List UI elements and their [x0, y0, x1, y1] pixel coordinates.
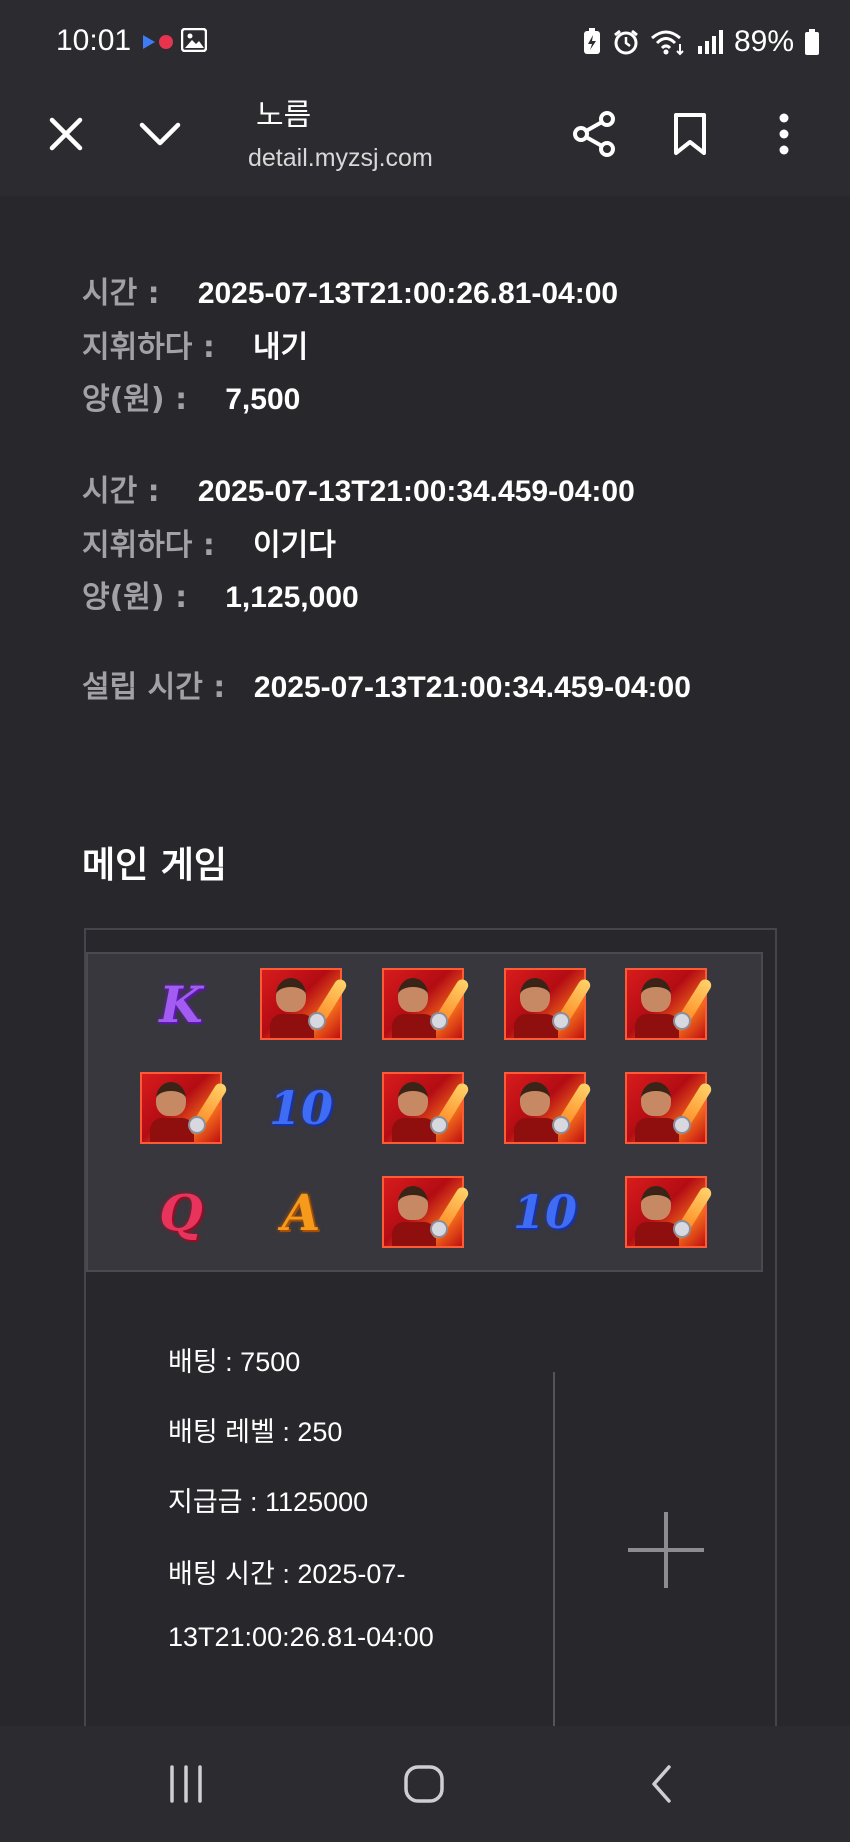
bet-level: 배팅 레벨 : 250 — [168, 1417, 343, 1447]
symbol-warrior-icon — [260, 968, 349, 1040]
symbol-warrior-icon — [504, 1072, 593, 1144]
symbol-10: 10 — [512, 1185, 577, 1239]
entry-1-time: 시간 : 2025-07-13T21:00:26.81-04:00 — [82, 276, 619, 311]
home-icon — [404, 1765, 444, 1803]
collapse-button[interactable] — [128, 102, 192, 166]
back-button[interactable] — [630, 1756, 694, 1812]
symbol-10: 10 — [268, 1081, 333, 1135]
status-time: 10:01 — [56, 24, 132, 57]
entry-2-amount: 양(원) : 1,125,000 — [82, 580, 359, 615]
entry-1-action: 지휘하다 : 내기 — [82, 330, 309, 365]
symbol-warrior-icon — [140, 1072, 229, 1144]
payout: 지급금 : 1125000 — [168, 1487, 369, 1517]
symbol-warrior-icon — [382, 1072, 471, 1144]
bet-amount: 배팅 : 7500 — [168, 1347, 301, 1377]
share-icon — [573, 111, 615, 157]
symbol-warrior-icon — [625, 1072, 714, 1144]
home-button[interactable] — [392, 1756, 456, 1812]
close-icon — [49, 117, 83, 151]
battery-percent: 89% — [733, 25, 794, 58]
bet-time-line-2: 13T21:00:26.81-04:00 — [168, 1622, 434, 1652]
entry-2-time: 시간 : 2025-07-13T21:00:34.459-04:00 — [82, 474, 635, 509]
status-bar: 10:01 89% — [0, 0, 850, 84]
wifi-icon — [650, 30, 684, 56]
symbol-warrior-icon — [382, 968, 471, 1040]
page-url[interactable]: detail.myzsj.com — [248, 144, 433, 173]
status-icons: 89% — [582, 22, 820, 62]
battery-saver-icon — [583, 28, 600, 54]
alarm-icon — [614, 29, 638, 55]
notification-dots-icon — [143, 35, 173, 49]
symbol-warrior-icon — [504, 968, 593, 1040]
battery-icon — [805, 29, 819, 55]
bookmark-icon — [674, 113, 706, 155]
back-icon — [652, 1765, 671, 1803]
main-game-title: 메인 게임 — [82, 845, 228, 886]
recent-apps-button[interactable] — [154, 1756, 218, 1812]
settlement-time: 설립 시간 : 2025-07-13T21:00:34.459-04:00 — [82, 670, 691, 705]
column-divider — [553, 1372, 555, 1726]
main-game-panel: K 10 Q A 10 배팅 : 7500 배팅 레벨 : 250 지급금 : 1125… — [84, 928, 777, 1726]
chevron-down-icon — [139, 122, 181, 146]
slot-reels: K 10 Q A 10 — [86, 952, 763, 1272]
symbol-k: K — [159, 974, 203, 1034]
signal-icon — [697, 30, 723, 54]
symbol-warrior-icon — [625, 1176, 714, 1248]
system-navigation-bar — [0, 1726, 850, 1842]
share-button[interactable] — [562, 102, 626, 166]
expand-button[interactable] — [628, 1512, 704, 1588]
more-icon — [779, 113, 789, 155]
entry-2-action: 지휘하다 : 이기다 — [82, 528, 336, 563]
page-content: ​ 시간 : 2025-07-13T21:00:26.81-04:00 지휘하다… — [0, 196, 850, 1726]
recent-apps-icon — [170, 1765, 202, 1803]
symbol-warrior-icon — [382, 1176, 471, 1248]
symbol-warrior-icon — [625, 968, 714, 1040]
symbol-q: Q — [159, 1182, 203, 1242]
page-title: 노름 — [256, 98, 312, 133]
image-icon — [181, 28, 207, 52]
more-options-button[interactable] — [752, 102, 816, 166]
browser-toolbar: 노름 detail.myzsj.com — [0, 84, 850, 196]
symbol-a: A — [281, 1182, 321, 1242]
bet-time-line-1: 배팅 시간 : 2025-07- — [168, 1559, 406, 1589]
entry-1-amount: 양(원) : 7,500 — [82, 382, 301, 417]
close-button[interactable] — [34, 102, 98, 166]
bookmark-button[interactable] — [658, 102, 722, 166]
